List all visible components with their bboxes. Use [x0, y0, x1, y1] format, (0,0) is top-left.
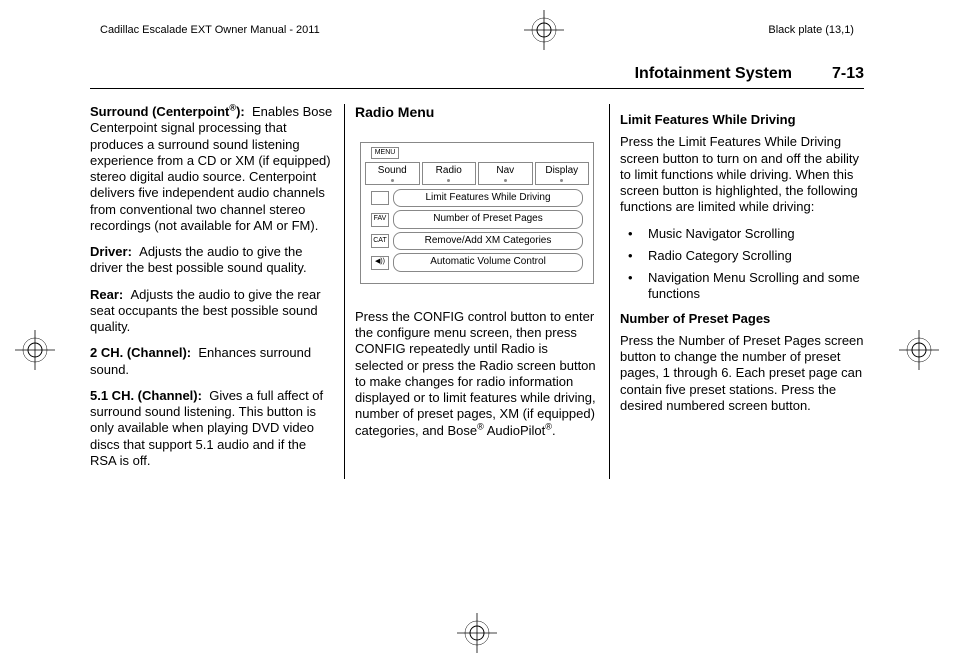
preset-para: Press the Number of Preset Pages screen …: [620, 333, 864, 414]
register-mark-left: [15, 330, 55, 370]
fig-icon-cat: CAT: [371, 234, 389, 248]
fig-btn-avc: Automatic Volume Control: [393, 253, 583, 272]
fig-btn-limit: Limit Features While Driving: [393, 189, 583, 208]
radio-body-end: .: [552, 423, 556, 438]
fig-tab-radio: Radio: [422, 162, 477, 185]
column-3: Limit Features While Driving Press the L…: [610, 104, 864, 479]
driver-label: Driver:: [90, 244, 132, 259]
fig-row-avc: ◀)) Automatic Volume Control: [365, 253, 589, 272]
fig-row-limit: Limit Features While Driving: [365, 189, 589, 208]
fig-icon-speaker: ◀)): [371, 256, 389, 270]
bullet-music: Music Navigator Scrolling: [620, 226, 864, 242]
driver-para: Driver: Adjusts the audio to give the dr…: [90, 244, 334, 277]
section-header: Infotainment System 7-13: [90, 65, 864, 89]
manual-title: Cadillac Escalade EXT Owner Manual - 201…: [100, 24, 320, 36]
fig-btn-xm: Remove/Add XM Categories: [393, 232, 583, 251]
surround-label: Surround (Centerpoint: [90, 104, 229, 119]
ch2-label: 2 CH. (Channel):: [90, 345, 191, 360]
columns: Surround (Centerpoint®): Enables Bose Ce…: [90, 104, 864, 479]
surround-para: Surround (Centerpoint®): Enables Bose Ce…: [90, 104, 334, 234]
limit-heading: Limit Features While Driving: [620, 112, 864, 128]
top-header: Cadillac Escalade EXT Owner Manual - 201…: [0, 0, 954, 55]
ch2-para: 2 CH. (Channel): Enhances surround sound…: [90, 345, 334, 378]
bullet-radio: Radio Category Scrolling: [620, 248, 864, 264]
fig-menu-label: MENU: [371, 147, 399, 160]
ch51-label: 5.1 CH. (Channel):: [90, 388, 202, 403]
surround-after: ):: [236, 104, 245, 119]
radio-body-pre: Press the CONFIG control button to enter…: [355, 309, 596, 438]
fig-row-xm: CAT Remove/Add XM Categories: [365, 232, 589, 251]
limit-bullets: Music Navigator Scrolling Radio Category…: [620, 226, 864, 303]
radio-body-mid: AudioPilot: [484, 423, 545, 438]
plate-label: Black plate (13,1): [768, 24, 854, 36]
fig-icon-fav: FAV: [371, 213, 389, 227]
fig-tab-nav: Nav: [478, 162, 533, 185]
preset-heading: Number of Preset Pages: [620, 311, 864, 327]
rear-text: Adjusts the audio to give the rear seat …: [90, 287, 321, 335]
section-title: Infotainment System: [635, 65, 792, 83]
fig-icon-blank: [371, 191, 389, 205]
fig-btn-preset: Number of Preset Pages: [393, 210, 583, 229]
radio-menu-heading: Radio Menu: [355, 104, 599, 122]
surround-text: Enables Bose Centerpoint signal processi…: [90, 104, 332, 233]
limit-para: Press the Limit Features While Driving s…: [620, 134, 864, 215]
register-mark-top: [524, 10, 564, 50]
fig-tab-display: Display: [535, 162, 590, 185]
fig-tab-sound: Sound: [365, 162, 420, 185]
page-content: Infotainment System 7-13 Surround (Cente…: [0, 55, 954, 479]
fig-tabs: Sound Radio Nav Display: [365, 162, 589, 185]
fig-row-preset: FAV Number of Preset Pages: [365, 210, 589, 229]
column-2: Radio Menu MENU Sound Radio Nav Display …: [345, 104, 610, 479]
radio-menu-body: Press the CONFIG control button to enter…: [355, 309, 599, 439]
register-mark-right: [899, 330, 939, 370]
ch51-para: 5.1 CH. (Channel): Gives a full affect o…: [90, 388, 334, 469]
register-mark-bottom: [457, 613, 497, 653]
radio-menu-figure: MENU Sound Radio Nav Display Limit Featu…: [360, 142, 594, 284]
column-1: Surround (Centerpoint®): Enables Bose Ce…: [90, 104, 345, 479]
bullet-nav: Navigation Menu Scrolling and some funct…: [620, 270, 864, 303]
page-number: 7-13: [832, 65, 864, 83]
rear-para: Rear: Adjusts the audio to give the rear…: [90, 287, 334, 336]
rear-label: Rear:: [90, 287, 123, 302]
